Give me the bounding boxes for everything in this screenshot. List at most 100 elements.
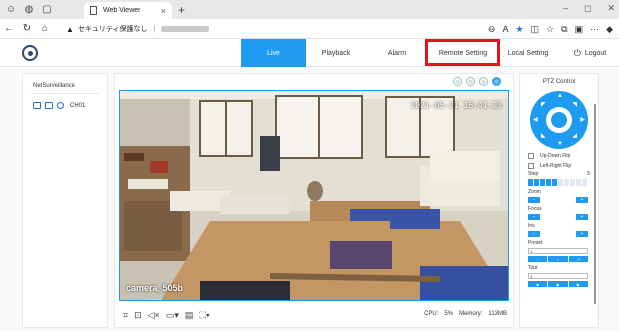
record-icon[interactable] <box>45 102 53 109</box>
camera-icon[interactable] <box>33 102 41 109</box>
step-segment[interactable] <box>546 179 551 186</box>
focus-plus-button[interactable]: + <box>576 214 588 220</box>
step-segment[interactable] <box>576 179 581 186</box>
address-bar[interactable]: ▲ セキュリティ保護なし | <box>66 22 498 36</box>
browser-tab[interactable]: Web Viewer × <box>84 2 172 19</box>
iris-controls: − + <box>520 229 598 237</box>
nav-local-setting[interactable]: Local Setting <box>498 39 558 67</box>
left-right-label: Left-Right Flip <box>540 163 572 169</box>
app-top-nav: Live Playback Alarm Remote Setting Local… <box>0 39 619 67</box>
home-icon[interactable]: ⌂ <box>36 23 54 34</box>
nav-logout[interactable]: ⏻ Logout <box>565 39 615 67</box>
preset-label: Preset <box>528 240 543 246</box>
extensions-icon[interactable]: ▣ <box>575 24 584 35</box>
close-window-button[interactable]: ✕ <box>607 3 615 14</box>
refresh-icon[interactable]: ↻ <box>18 23 36 34</box>
copilot-icon[interactable]: ◆ <box>606 24 613 35</box>
maximize-button[interactable]: ◻ <box>584 3 591 14</box>
tour-label: Tour <box>528 265 538 271</box>
focus-minus-button[interactable]: − <box>528 214 540 220</box>
minimize-button[interactable]: – <box>563 3 568 14</box>
logout-label: Logout <box>584 49 607 57</box>
layout-icon[interactable]: ⛶▾ <box>199 310 210 321</box>
step-row: Step 5 <box>520 169 598 177</box>
collections-icon[interactable]: ⧉ <box>561 24 567 35</box>
ptz-direction-pad[interactable]: ▲ ▼ ◀ ▶ ◤ ◥ ◣ ◢ <box>530 91 588 149</box>
mute-icon[interactable]: ◁× <box>148 310 160 321</box>
preset-buttons: − + ↗ <box>520 254 598 262</box>
up-down-flip[interactable]: Up-Down Flip <box>520 149 598 159</box>
close-tab-icon[interactable]: × <box>161 6 166 16</box>
channel-row[interactable]: CH01 <box>23 94 107 109</box>
status-icon[interactable] <box>57 102 64 109</box>
back-icon[interactable]: ← <box>0 23 18 34</box>
tour-stop-button[interactable]: ■ <box>528 281 548 287</box>
device-list-panel: NetSurveillance CH01 <box>22 73 108 328</box>
right-arrow-icon[interactable]: ▶ <box>580 116 585 123</box>
split-view-icon[interactable]: ◎ <box>466 77 475 86</box>
tab-title: Web Viewer <box>103 7 141 14</box>
iris-plus-button[interactable]: + <box>576 231 588 237</box>
ptz-center-button[interactable] <box>551 112 567 128</box>
preset-goto-button[interactable]: ↗ <box>568 256 588 262</box>
zoom-out-button[interactable]: − <box>528 197 540 203</box>
up-down-checkbox[interactable] <box>528 153 534 159</box>
down-arrow-icon[interactable]: ▼ <box>557 141 563 147</box>
tour-next-button[interactable]: ▶ <box>568 281 588 287</box>
split-screen-icon[interactable]: ◫ <box>531 24 540 35</box>
redacted-host <box>161 26 210 32</box>
stream-select-icon[interactable]: ▭▾ <box>166 310 179 321</box>
down-right-arrow-icon[interactable]: ◢ <box>572 132 577 139</box>
ptz-icon[interactable]: ◎ <box>479 77 488 86</box>
view-controls: ◎ ◎ ◎ ◎ <box>453 77 501 86</box>
video-toolbar: ⌗ ⊡ ◁× ▭▾ ▤ ⛶▾ CPU: 5% Memory: 113MB <box>115 303 515 327</box>
channel-label: CH01 <box>70 102 86 109</box>
fullscreen-icon[interactable]: ◎ <box>492 77 501 86</box>
zoom-in-button[interactable]: + <box>576 197 588 203</box>
favorite-star-icon[interactable]: ★ <box>515 24 523 35</box>
step-segment[interactable] <box>570 179 575 186</box>
left-right-flip[interactable]: Left-Right Flip <box>520 159 598 169</box>
resource-stats: CPU: 5% Memory: 113MB <box>424 311 507 317</box>
step-segment[interactable] <box>540 179 545 186</box>
nav-live[interactable]: Live <box>241 39 306 67</box>
more-icon[interactable]: ⋯ <box>590 24 599 35</box>
down-left-arrow-icon[interactable]: ◣ <box>541 132 546 139</box>
iris-minus-button[interactable]: − <box>528 231 540 237</box>
up-right-arrow-icon[interactable]: ◥ <box>572 101 577 108</box>
nav-playback[interactable]: Playback <box>306 39 366 67</box>
step-segment[interactable] <box>564 179 569 186</box>
focus-label: Focus <box>528 206 542 212</box>
favorites-icon[interactable]: ☆ <box>546 24 554 35</box>
tour-start-button[interactable]: ▶ <box>548 281 568 287</box>
read-aloud-icon[interactable]: A <box>502 24 508 34</box>
step-slider[interactable] <box>520 177 598 186</box>
preset-remove-button[interactable]: − <box>528 256 548 262</box>
zoom-label: Zoom <box>528 189 541 195</box>
preset-add-button[interactable]: + <box>548 256 568 262</box>
navigation-bar: ← ↻ ⌂ ▲ セキュリティ保護なし | ⊖ A ★ ◫ ☆ ⧉ ▣ ⋯ ◆ <box>0 19 619 39</box>
step-segment[interactable] <box>582 179 587 186</box>
step-segment[interactable] <box>558 179 563 186</box>
panel-scrollbar[interactable] <box>594 104 596 304</box>
left-right-checkbox[interactable] <box>528 163 534 169</box>
snapshot-icon[interactable]: ⊡ <box>134 310 142 321</box>
zoom-icon[interactable]: ⊖ <box>488 24 496 35</box>
step-segment[interactable] <box>534 179 539 186</box>
nav-alarm[interactable]: Alarm <box>366 39 428 67</box>
tab-actions-icon[interactable]: ▢ <box>40 3 54 17</box>
left-arrow-icon[interactable]: ◀ <box>533 116 538 123</box>
fit-window-icon[interactable]: ⌗ <box>123 310 128 321</box>
step-segment[interactable] <box>528 179 533 186</box>
new-tab-button[interactable]: + <box>178 3 185 17</box>
video-feed[interactable]: 2021-05-21 16:41:23 camera_505b <box>119 90 509 301</box>
workspaces-icon[interactable]: ◍ <box>22 3 36 17</box>
memory-label: Memory: <box>459 311 483 317</box>
up-left-arrow-icon[interactable]: ◤ <box>541 101 546 108</box>
up-arrow-icon[interactable]: ▲ <box>557 93 563 99</box>
profile-icon[interactable]: ☺ <box>4 3 18 17</box>
step-segment[interactable] <box>552 179 557 186</box>
warning-icon: ▲ <box>66 24 74 34</box>
view-mode-icon[interactable]: ◎ <box>453 77 462 86</box>
record-icon[interactable]: ▤ <box>185 310 194 321</box>
